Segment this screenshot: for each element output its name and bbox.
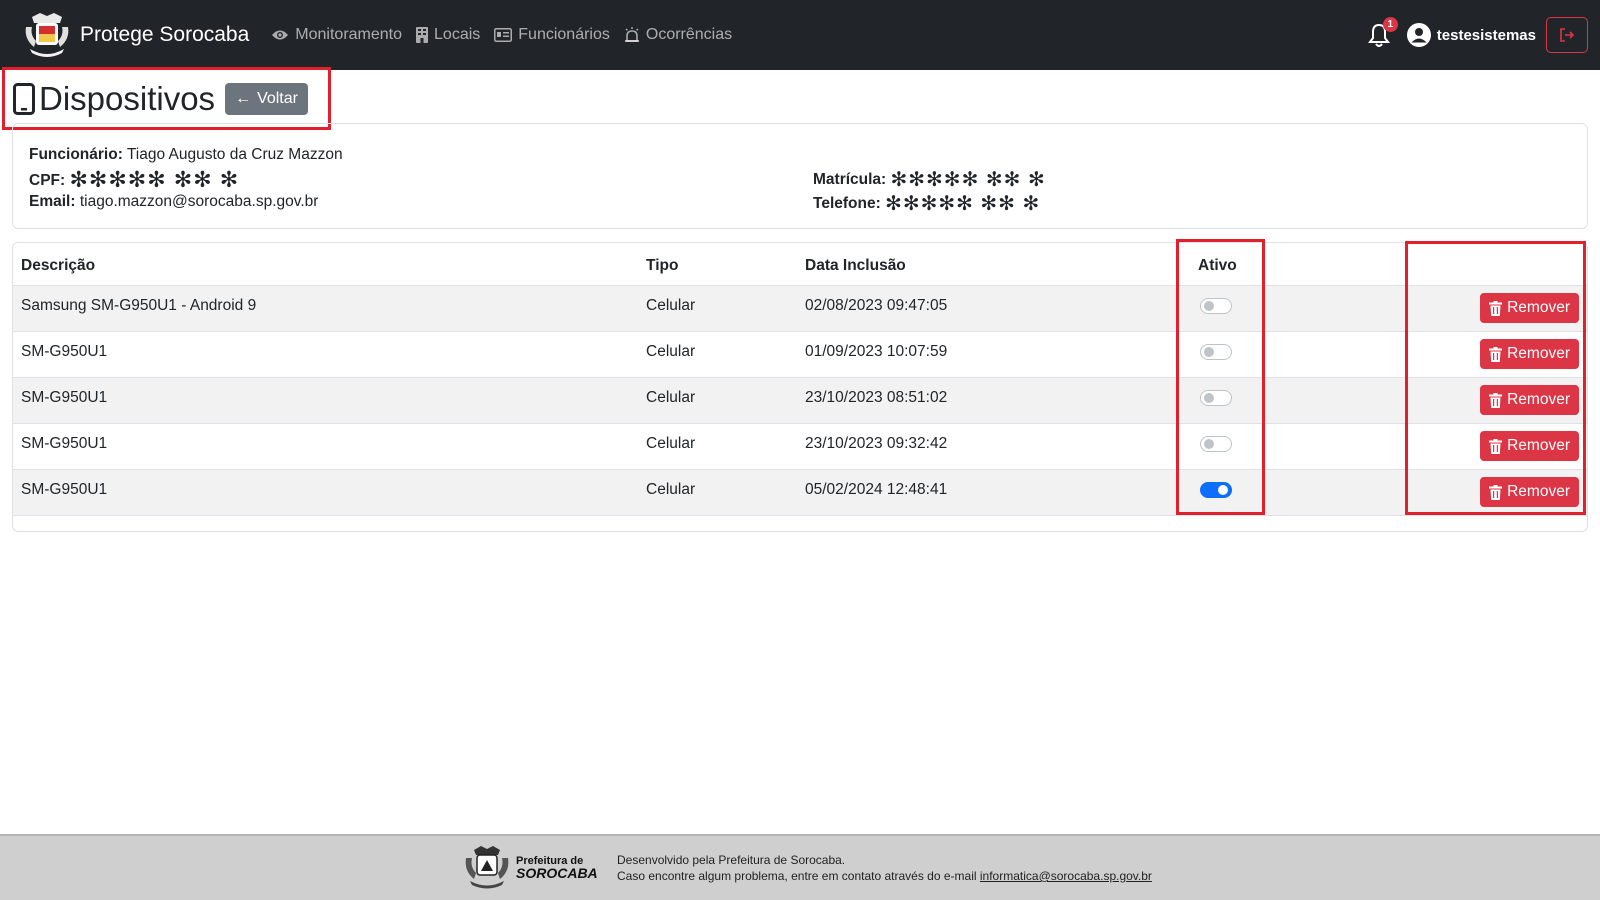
email-line: Email: tiago.mazzon@sorocaba.sp.gov.br xyxy=(29,193,319,210)
page-title: Dispositivos xyxy=(39,79,216,117)
remove-button[interactable]: Remover xyxy=(1480,477,1579,507)
trash-icon xyxy=(1489,484,1503,500)
prefeitura-crest-icon xyxy=(465,846,509,889)
email-value: tiago.mazzon@sorocaba.sp.gov.br xyxy=(79,193,319,210)
username: testesistemas xyxy=(1436,26,1536,44)
user-menu[interactable]: testesistemas xyxy=(1406,23,1536,47)
cell-tipo: Celular xyxy=(638,377,797,424)
table-row: SM-G950U1 Celular 23/10/2023 09:32:42 Re… xyxy=(13,423,1587,470)
table-header-row: Descrição Tipo Data Inclusão Ativo xyxy=(13,243,1587,286)
matricula-line: Matrícula: ✻✻✻✻✻ ✻✻ ✻ xyxy=(813,169,1046,191)
cell-data: 02/08/2023 09:47:05 xyxy=(797,285,1190,332)
footer-email-link[interactable]: informatica@sorocaba.sp.gov.br xyxy=(980,869,1152,883)
cell-descricao: SM-G950U1 xyxy=(13,377,638,424)
cell-ativo xyxy=(1190,469,1406,516)
cell-data: 23/10/2023 09:32:42 xyxy=(797,423,1190,470)
cell-action: Remover xyxy=(1406,285,1587,332)
cell-descricao: Samsung SM-G950U1 - Android 9 xyxy=(13,285,638,332)
footer: Prefeitura de SOROCABA Desenvolvido pela… xyxy=(0,834,1600,900)
back-button[interactable]: ← Voltar xyxy=(225,82,308,115)
matricula-value: ✻✻✻✻✻ ✻✻ ✻ xyxy=(890,169,1046,191)
navbar-right: 1 testesistemas xyxy=(1365,17,1588,53)
nav-link-ocorrencias[interactable]: Ocorrências xyxy=(624,26,732,44)
user-avatar-icon xyxy=(1406,23,1431,47)
trash-icon xyxy=(1489,346,1503,362)
nav-link-monitoramento[interactable]: Monitoramento xyxy=(271,26,402,44)
header-descricao: Descrição xyxy=(13,243,638,286)
telefone-line: Telefone: ✻✻✻✻✻ ✻✻ ✻ xyxy=(813,193,1041,215)
nav-link-funcionarios[interactable]: Funcionários xyxy=(494,26,610,44)
building-icon xyxy=(416,27,429,43)
header-ativo: Ativo xyxy=(1190,243,1406,286)
footer-text: Desenvolvido pela Prefeitura de Sorocaba… xyxy=(617,852,1152,884)
cell-descricao: SM-G950U1 xyxy=(13,331,638,378)
header-tipo: Tipo xyxy=(638,243,797,286)
footer-logo: Prefeitura de SOROCABA xyxy=(462,844,598,890)
page-header: Dispositivos ← Voltar xyxy=(2,67,331,130)
table-row: SM-G950U1 Celular 23/10/2023 08:51:02 Re… xyxy=(13,377,1587,424)
cell-descricao: SM-G950U1 xyxy=(13,423,638,470)
funcionario-line: Funcionário: Tiago Augusto da Cruz Mazzo… xyxy=(29,146,343,163)
ativo-toggle[interactable] xyxy=(1200,436,1232,452)
eye-icon xyxy=(272,30,289,40)
cell-ativo xyxy=(1190,331,1406,378)
brand-name: Protege Sorocaba xyxy=(80,23,250,46)
remove-button[interactable]: Remover xyxy=(1480,293,1579,323)
cell-action: Remover xyxy=(1406,423,1587,470)
header-data-inclusao: Data Inclusão xyxy=(797,243,1190,286)
id-card-icon xyxy=(494,28,513,42)
cpf-line: CPF: ✻✻✻✻✻ ✻✻ ✻ xyxy=(29,167,240,192)
cell-data: 23/10/2023 08:51:02 xyxy=(797,377,1190,424)
arrow-left-icon: ← xyxy=(235,89,252,107)
phone-icon xyxy=(13,82,35,115)
cell-data: 01/09/2023 10:07:59 xyxy=(797,331,1190,378)
navbar: Protege Sorocaba Monitoramento Locais Fu… xyxy=(0,0,1600,70)
remove-button[interactable]: Remover xyxy=(1480,339,1579,369)
notification-badge: 1 xyxy=(1382,17,1398,32)
brand[interactable]: Protege Sorocaba xyxy=(22,11,249,59)
cpf-value: ✻✻✻✻✻ ✻✻ ✻ xyxy=(69,167,240,192)
cell-ativo xyxy=(1190,285,1406,332)
cell-tipo: Celular xyxy=(638,331,797,378)
header-actions xyxy=(1406,243,1587,286)
cell-action: Remover xyxy=(1406,331,1587,378)
remove-button[interactable]: Remover xyxy=(1480,431,1579,461)
cell-tipo: Celular xyxy=(638,469,797,516)
table-row: SM-G950U1 Celular 05/02/2024 12:48:41 Re… xyxy=(13,469,1587,516)
telefone-value: ✻✻✻✻✻ ✻✻ ✻ xyxy=(885,193,1041,215)
devices-table-card: Descrição Tipo Data Inclusão Ativo Samsu… xyxy=(12,242,1588,532)
devices-table: Descrição Tipo Data Inclusão Ativo Samsu… xyxy=(13,243,1587,516)
nav-link-locais[interactable]: Locais xyxy=(416,26,480,44)
cell-data: 05/02/2024 12:48:41 xyxy=(797,469,1190,516)
footer-logo-line2: SOROCABA xyxy=(516,865,598,881)
ativo-toggle[interactable] xyxy=(1200,390,1232,406)
city-crest-icon xyxy=(25,13,69,57)
cell-ativo xyxy=(1190,377,1406,424)
employee-info-card: Funcionário: Tiago Augusto da Cruz Mazzo… xyxy=(12,123,1588,229)
cell-action: Remover xyxy=(1406,469,1587,516)
notifications-button[interactable]: 1 xyxy=(1365,17,1398,49)
cell-tipo: Celular xyxy=(638,285,797,332)
siren-icon xyxy=(624,27,639,42)
cell-ativo xyxy=(1190,423,1406,470)
funcionario-value: Tiago Augusto da Cruz Mazzon xyxy=(126,146,343,163)
trash-icon xyxy=(1489,300,1503,316)
footer-line1: Desenvolvido pela Prefeitura de Sorocaba… xyxy=(617,853,846,867)
ativo-toggle[interactable] xyxy=(1200,298,1232,314)
table-row: SM-G950U1 Celular 01/09/2023 10:07:59 Re… xyxy=(13,331,1587,378)
cell-descricao: SM-G950U1 xyxy=(13,469,638,516)
logout-button[interactable] xyxy=(1546,17,1588,53)
footer-line2: Caso encontre algum problema, entre em c… xyxy=(617,869,977,883)
cell-tipo: Celular xyxy=(638,423,797,470)
remove-button[interactable]: Remover xyxy=(1480,385,1579,415)
cell-action: Remover xyxy=(1406,377,1587,424)
trash-icon xyxy=(1489,392,1503,408)
ativo-toggle[interactable] xyxy=(1200,344,1232,360)
ativo-toggle[interactable] xyxy=(1200,482,1232,498)
trash-icon xyxy=(1489,438,1503,454)
table-row: Samsung SM-G950U1 - Android 9 Celular 02… xyxy=(13,285,1587,332)
logout-icon xyxy=(1560,28,1575,42)
